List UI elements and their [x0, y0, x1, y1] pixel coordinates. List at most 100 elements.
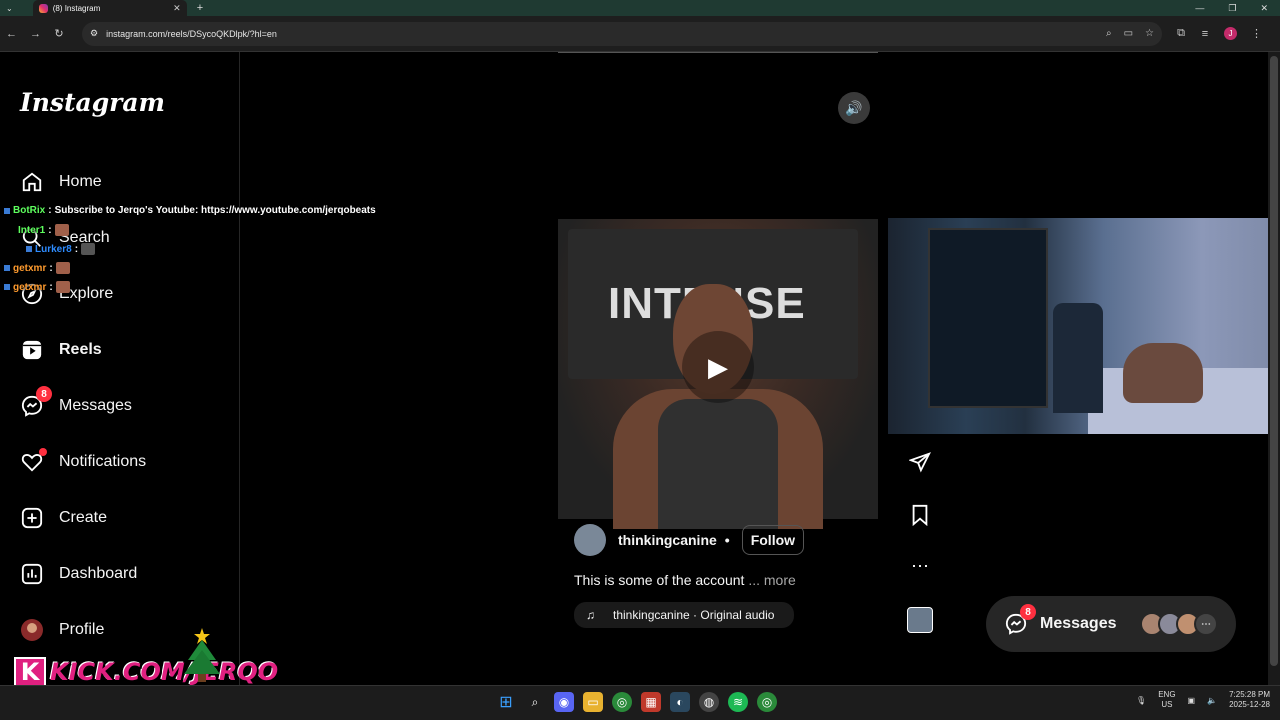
reel-info: thinkingcanine • Follow This is some of …	[574, 524, 864, 628]
webcam-overlay	[888, 218, 1280, 434]
language-indicator[interactable]: ENG US	[1158, 690, 1175, 710]
spotify-icon[interactable]: ≋	[728, 692, 748, 712]
chat-separator: :	[49, 281, 53, 293]
microphone-icon[interactable]: 🎙	[1136, 696, 1146, 705]
clock-time: 7:25:28 PM	[1229, 690, 1270, 699]
bookmark-star-icon[interactable]: ☆	[1145, 28, 1154, 39]
follow-button[interactable]: Follow	[741, 525, 805, 555]
discord-icon[interactable]: ◉	[554, 692, 574, 712]
url-text[interactable]: instagram.com/reels/DSycoQKDlpk/?hl=en	[106, 29, 277, 39]
more-options-icon[interactable]: ⋯	[906, 552, 934, 580]
messages-floating-button[interactable]: 8 Messages ⋯	[986, 596, 1236, 652]
chrome-profile-icon[interactable]: ◎	[757, 692, 777, 712]
kick-logo-icon: K	[14, 657, 46, 687]
video-person-tanktop	[658, 399, 778, 529]
restore-button[interactable]: ❐	[1228, 3, 1236, 14]
sidebar-item-create[interactable]: Create	[20, 504, 107, 532]
audio-thumbnail[interactable]	[907, 607, 933, 633]
home-icon	[20, 170, 44, 194]
plus-square-icon	[20, 506, 44, 530]
tab-title: (8) Instagram	[52, 3, 101, 13]
badge-icon	[4, 284, 10, 290]
separator-dot: •	[724, 532, 730, 548]
site-info-icon[interactable]: ⚙	[90, 28, 98, 39]
audio-pill[interactable]: ♫ thinkingcanine · Original audio	[574, 602, 794, 628]
badge-icon	[26, 246, 32, 252]
minimize-button[interactable]: —	[1195, 3, 1204, 14]
windows-start-icon[interactable]: ⊞	[496, 692, 516, 712]
sidebar-item-notifications[interactable]: Notifications	[20, 448, 146, 476]
reload-icon[interactable]: ↻	[54, 27, 64, 40]
chat-username: getxmr	[13, 262, 47, 274]
reel-caption: This is some of the account ... more	[574, 572, 864, 588]
obs-icon[interactable]: ◍	[699, 692, 719, 712]
instagram-logo[interactable]: Instagram	[20, 88, 165, 117]
chat-separator: :	[74, 243, 79, 255]
address-toolbar: ← → ↻ ⚙ instagram.com/reels/DSycoQKDlpk/…	[0, 16, 1280, 52]
instagram-page: Instagram Home Search Explore Reels 8 Me…	[0, 52, 1280, 688]
app-icon[interactable]: ▦	[641, 692, 661, 712]
share-icon[interactable]	[906, 448, 934, 476]
sidebar: Instagram Home Search Explore Reels 8 Me…	[0, 52, 240, 685]
zoom-icon[interactable]: ⌕	[1106, 28, 1112, 39]
sidebar-item-label: Profile	[59, 621, 105, 638]
reel-player[interactable]: 🔊 INTENSE ▶ thinkingcanine • Follow This…	[558, 84, 878, 652]
region-code: US	[1161, 700, 1173, 709]
christmas-tree-icon	[184, 628, 220, 682]
emote-icon	[55, 281, 70, 293]
chat-line: getxmr :	[4, 262, 70, 274]
network-icon[interactable]: ▣	[1188, 696, 1196, 705]
chat-username: Lurker8	[35, 243, 72, 255]
author-username[interactable]: thinkingcanine	[618, 532, 717, 548]
notification-dot	[39, 448, 47, 456]
sidebar-item-label: Reels	[59, 341, 102, 358]
badge-icon	[4, 207, 10, 214]
file-explorer-icon[interactable]: ▭	[583, 692, 603, 712]
window-controls: — ❐ ✕	[1195, 3, 1280, 14]
messages-badge: 8	[36, 386, 52, 402]
sidebar-item-home[interactable]: Home	[20, 168, 102, 196]
forward-arrow-icon[interactable]: →	[30, 28, 41, 40]
sidebar-item-profile[interactable]: Profile	[20, 616, 104, 644]
sidebar-item-reels[interactable]: Reels	[20, 336, 102, 364]
sidebar-item-messages[interactable]: 8 Messages	[20, 386, 132, 420]
sidebar-item-label: Create	[59, 509, 108, 526]
page-scrollbar[interactable]	[1268, 52, 1280, 685]
tab-instagram[interactable]: (8) Instagram ✕	[32, 0, 187, 16]
system-tray: 🎙 ENG US ▣ 🔈 7:25:28 PM 2025-12-28	[1136, 690, 1270, 710]
sidebar-item-label: Messages	[59, 397, 132, 414]
webcam-dog	[1123, 343, 1203, 403]
extensions-icon[interactable]: ⧉	[1176, 27, 1186, 40]
search-icon[interactable]: ⌕	[525, 692, 545, 712]
volume-icon[interactable]: 🔈	[1207, 696, 1217, 705]
language-code: ENG	[1158, 690, 1176, 699]
steam-icon[interactable]: ◐	[670, 692, 690, 712]
reel-video[interactable]: INTENSE ▶	[558, 219, 878, 529]
browser-menu-icon[interactable]: ⋮	[1251, 27, 1262, 40]
speaker-icon[interactable]: 🔊	[838, 92, 870, 124]
heart-icon	[20, 448, 47, 474]
previous-reel-edge	[558, 52, 878, 53]
tab-search-chevron-icon[interactable]: ⌄	[6, 4, 13, 13]
badge-icon	[4, 265, 10, 271]
play-icon[interactable]: ▶	[682, 331, 754, 403]
back-arrow-icon[interactable]: ←	[6, 28, 17, 40]
new-tab-button[interactable]: +	[197, 2, 203, 14]
author-avatar[interactable]	[574, 524, 606, 556]
tab-close-icon[interactable]: ✕	[173, 3, 181, 14]
scrollbar-thumb[interactable]	[1270, 56, 1278, 666]
chat-username: Inter1	[18, 224, 46, 236]
clock[interactable]: 7:25:28 PM 2025-12-28	[1229, 690, 1270, 710]
chrome-icon[interactable]: ◎	[612, 692, 632, 712]
cast-icon[interactable]: ▭	[1124, 28, 1133, 39]
close-window-button[interactable]: ✕	[1260, 3, 1268, 14]
kick-overlay-logo: K KICK.COM/JERQO	[14, 656, 278, 688]
sidebar-item-dashboard[interactable]: Dashboard	[20, 560, 137, 588]
save-bookmark-icon[interactable]	[906, 501, 934, 529]
caption-more-link[interactable]: ... more	[748, 572, 795, 588]
sidebar-item-label: Home	[59, 173, 102, 190]
url-bar[interactable]: ⚙ instagram.com/reels/DSycoQKDlpk/?hl=en…	[82, 21, 1162, 46]
emote-icon	[81, 243, 96, 255]
media-queue-icon[interactable]: ≡	[1200, 28, 1210, 40]
profile-avatar[interactable]: J	[1224, 27, 1237, 40]
